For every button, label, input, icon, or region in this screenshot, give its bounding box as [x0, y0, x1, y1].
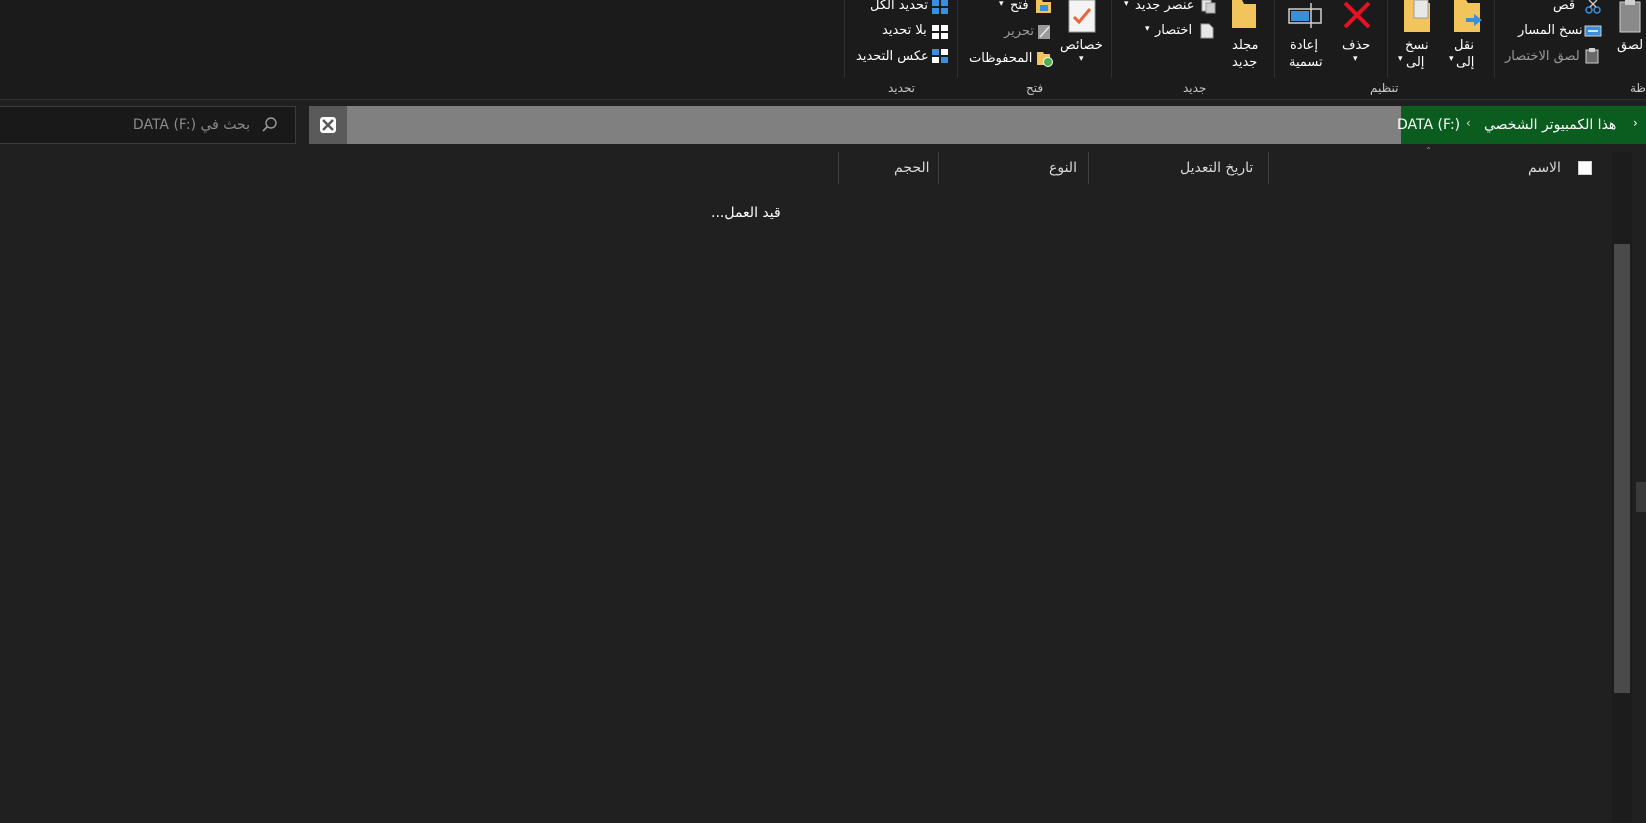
select-none-button[interactable]: بلا تحديد — [882, 23, 927, 38]
chevron-left-icon: ‹ — [1633, 116, 1638, 130]
properties-button[interactable]: خصائص — [1060, 38, 1103, 53]
column-header-date-modified[interactable]: تاريخ التعديل — [1180, 160, 1253, 176]
group-separator — [1494, 0, 1495, 78]
new-folder-label-2[interactable]: جديد — [1232, 55, 1257, 70]
delete-icon — [1342, 0, 1372, 30]
group-separator — [1387, 0, 1388, 78]
chevron-down-icon: ▾ — [1079, 54, 1084, 64]
open-button[interactable]: فتح — [1010, 0, 1029, 13]
working-status-text: قيد العمل... — [711, 205, 781, 221]
chevron-right-icon: › — [1466, 116, 1471, 130]
search-icon[interactable] — [262, 117, 278, 133]
move-to-icon — [1452, 0, 1484, 34]
rename-label-2[interactable]: تسمية — [1289, 55, 1323, 70]
history-button[interactable]: المحفوظات — [969, 51, 1032, 66]
column-header-type[interactable]: النوع — [1049, 160, 1077, 176]
paste-button-label[interactable]: لصق — [1617, 38, 1643, 53]
paste-shortcut-icon — [1585, 48, 1599, 64]
new-folder-icon — [1230, 0, 1258, 30]
properties-icon — [1067, 0, 1097, 34]
copy-to-label-1[interactable]: نسخ — [1405, 38, 1429, 53]
column-divider[interactable] — [1268, 152, 1269, 184]
open-group-label: فتح — [1026, 81, 1044, 95]
group-separator — [957, 0, 958, 78]
scrollbar-thumb[interactable] — [1614, 244, 1630, 693]
clear-address-button[interactable] — [309, 106, 347, 144]
copy-to-icon — [1402, 0, 1434, 34]
select-all-icon — [931, 0, 949, 14]
chevron-down-icon: ▾ — [999, 0, 1004, 9]
new-item-button[interactable]: عنصر جديد — [1135, 0, 1195, 13]
paste-icon[interactable] — [1617, 0, 1643, 34]
easy-access-icon — [1200, 23, 1214, 39]
select-all-checkbox[interactable] — [1578, 161, 1592, 175]
copy-path-icon — [1584, 25, 1602, 37]
search-input[interactable]: بحث في DATA (F:) — [120, 117, 250, 133]
invert-selection-button[interactable]: عكس التحديد — [856, 49, 929, 64]
paste-shortcut-button[interactable]: لصق الاختصار — [1505, 49, 1580, 64]
group-separator — [1274, 0, 1275, 78]
ribbon — [0, 0, 1646, 100]
breadcrumb-drive[interactable]: DATA (F:) — [1397, 117, 1460, 133]
chevron-down-icon: ▾ — [1398, 54, 1403, 64]
easy-access-button[interactable]: اختصار — [1155, 23, 1192, 38]
select-group-label: تحديد — [888, 81, 916, 95]
history-icon — [1036, 51, 1054, 67]
select-none-icon — [931, 24, 949, 40]
column-divider[interactable] — [1088, 152, 1089, 184]
column-header-name[interactable]: الاسم — [1528, 160, 1561, 176]
clipboard-group-label: ظة — [1630, 81, 1646, 95]
group-separator — [1111, 0, 1112, 78]
edit-button[interactable]: تحرير — [1004, 24, 1034, 39]
close-icon — [320, 117, 336, 133]
column-divider[interactable] — [838, 152, 839, 184]
edit-icon — [1037, 24, 1052, 40]
invert-selection-icon — [931, 48, 949, 64]
breadcrumb-this-pc[interactable]: هذا الكمبيوتر الشخصي — [1484, 117, 1616, 133]
chevron-down-icon: ▾ — [1145, 24, 1150, 34]
column-divider[interactable] — [938, 152, 939, 184]
cut-button[interactable]: قص — [1553, 0, 1575, 13]
sort-ascending-icon: ˆ — [1426, 147, 1431, 158]
delete-button[interactable]: حذف — [1342, 38, 1370, 53]
new-folder-label-1[interactable]: مجلد — [1232, 38, 1258, 53]
ribbon-divider — [0, 99, 1646, 100]
organize-group-label: تنظيم — [1370, 81, 1399, 95]
move-to-label-2[interactable]: إلى — [1456, 55, 1474, 70]
column-header-size[interactable]: الحجم — [894, 160, 930, 176]
copy-to-label-2[interactable]: إلى — [1406, 55, 1424, 70]
open-icon — [1035, 0, 1053, 14]
select-all-button[interactable]: تحديد الكل — [870, 0, 928, 13]
new-group-label: جديد — [1183, 81, 1207, 95]
new-item-icon — [1200, 0, 1216, 14]
rename-icon — [1287, 0, 1323, 30]
move-to-label-1[interactable]: نقل — [1454, 38, 1474, 53]
copy-path-button[interactable]: نسخ المسار — [1518, 23, 1583, 38]
cut-icon — [1585, 0, 1601, 14]
rename-label-1[interactable]: إعادة — [1290, 38, 1318, 53]
chevron-down-icon: ▾ — [1449, 54, 1454, 64]
chevron-down-icon: ▾ — [1124, 0, 1129, 9]
group-separator — [844, 0, 845, 78]
chevron-down-icon: ▾ — [1353, 54, 1358, 64]
navigation-pane-edge — [1636, 482, 1646, 512]
